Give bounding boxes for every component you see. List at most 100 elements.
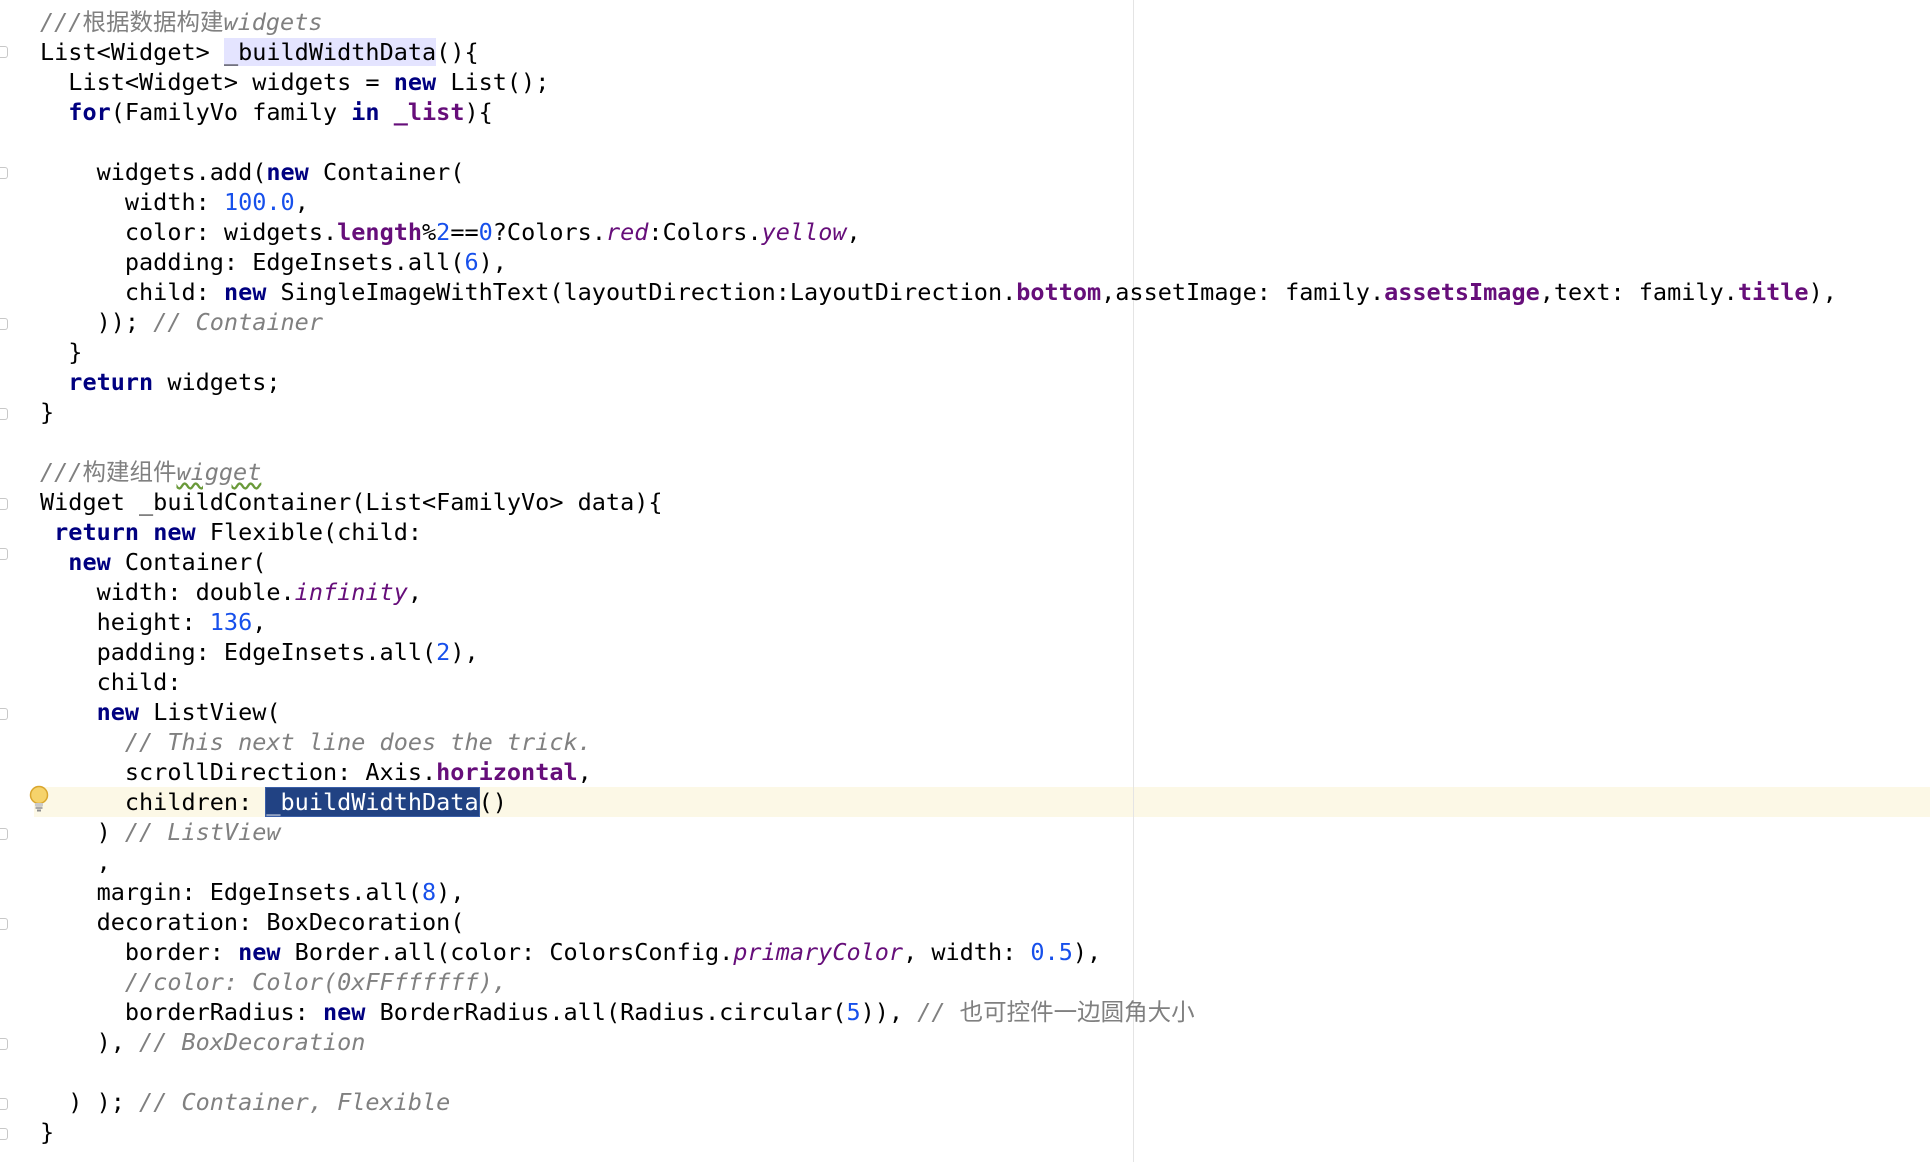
code-token: 2	[436, 218, 451, 246]
code-token: width:	[40, 188, 224, 216]
editor-gutter[interactable]	[0, 0, 34, 1162]
code-line[interactable]: ,	[40, 847, 1837, 877]
code-token: 6	[464, 248, 479, 276]
code-line[interactable]: width: double.infinity,	[40, 577, 1837, 607]
code-token: ()	[478, 788, 507, 816]
code-line[interactable]: List<Widget> _buildWidthData(){	[40, 37, 1837, 67]
code-token: new	[153, 518, 196, 546]
code-line[interactable]: new ListView(	[40, 697, 1837, 727]
fold-marker-icon[interactable]	[0, 918, 8, 930]
code-line[interactable]: return widgets;	[40, 367, 1837, 397]
code-token: scrollDirection: Axis.	[40, 758, 437, 786]
code-line[interactable]: ///根据数据构建widgets	[40, 7, 1837, 37]
code-line[interactable]: ) // ListView	[40, 817, 1837, 847]
code-token: ),	[40, 1028, 140, 1056]
code-token: bottom	[1016, 278, 1102, 306]
code-token: )	[40, 818, 125, 846]
code-token: horizontal	[436, 758, 578, 786]
fold-marker-icon[interactable]	[0, 408, 8, 420]
code-token: new	[96, 698, 140, 726]
code-token: border:	[40, 938, 239, 966]
code-line[interactable]: )); // Container	[40, 307, 1837, 337]
fold-marker-icon[interactable]	[0, 1098, 8, 1110]
code-token: List();	[436, 68, 550, 96]
code-token: 136	[209, 608, 253, 636]
code-token: BorderRadius.all(Radius.circular(	[365, 998, 847, 1026]
code-token: :Colors.	[648, 218, 762, 246]
code-token: return	[54, 518, 140, 546]
code-line[interactable]: // This next line does the trick.	[40, 727, 1837, 757]
code-line[interactable]: height: 136,	[40, 607, 1837, 637]
code-token: //color: Color(0xFFffffff),	[40, 968, 507, 996]
fold-marker-icon[interactable]	[0, 167, 8, 179]
code-content[interactable]: ///根据数据构建widgets List<Widget> _buildWidth…	[40, 7, 1837, 1147]
code-line[interactable]: border: new Border.all(color: ColorsConf…	[40, 937, 1837, 967]
fold-marker-icon[interactable]	[0, 498, 8, 510]
code-token: 8	[422, 878, 437, 906]
code-token: ));	[40, 308, 154, 336]
code-line[interactable]: ///构建组件wigget	[40, 457, 1837, 487]
fold-marker-icon[interactable]	[0, 46, 8, 58]
code-token: ),	[1072, 938, 1102, 966]
code-line[interactable]: List<Widget> widgets = new List();	[40, 67, 1837, 97]
code-line[interactable]: child:	[40, 667, 1837, 697]
code-line[interactable]: Widget _buildContainer(List<FamilyVo> da…	[40, 487, 1837, 517]
code-token: ,	[846, 218, 861, 246]
code-token: primaryColor	[733, 938, 904, 966]
code-line[interactable]	[40, 427, 1837, 457]
code-token: List<Widget>	[40, 38, 224, 66]
code-line[interactable]: width: 100.0,	[40, 187, 1837, 217]
fold-marker-icon[interactable]	[0, 1038, 8, 1050]
code-line[interactable]: }	[40, 337, 1837, 367]
code-line[interactable]: padding: EdgeInsets.all(6),	[40, 247, 1837, 277]
code-line[interactable]: color: widgets.length%2==0?Colors.red:Co…	[40, 217, 1837, 247]
code-line[interactable]: borderRadius: new BorderRadius.all(Radiu…	[40, 997, 1837, 1027]
code-line[interactable]: margin: EdgeInsets.all(8),	[40, 877, 1837, 907]
code-line[interactable]: }	[40, 397, 1837, 427]
code-token: ///构建组件	[40, 458, 177, 486]
code-token: 0.5	[1030, 938, 1073, 966]
code-token: ,	[577, 758, 592, 786]
code-token: _list	[393, 98, 465, 126]
code-token: ),	[1808, 278, 1837, 306]
fold-marker-icon[interactable]	[0, 548, 8, 560]
code-line[interactable]: new Container(	[40, 547, 1837, 577]
code-line[interactable]	[40, 127, 1837, 157]
fold-marker-icon[interactable]	[0, 318, 8, 330]
fold-marker-icon[interactable]	[0, 708, 8, 720]
code-token: new	[223, 278, 267, 306]
code-token: new	[393, 68, 437, 96]
code-line[interactable]: }	[40, 1117, 1837, 1147]
code-token: padding: EdgeInsets.all(	[40, 248, 465, 276]
code-token: title	[1737, 278, 1809, 306]
code-line[interactable]: ), // BoxDecoration	[40, 1027, 1837, 1057]
code-line[interactable]	[40, 1057, 1837, 1087]
code-token: Flexible(child:	[195, 518, 423, 546]
fold-marker-icon[interactable]	[0, 828, 8, 840]
code-token: // ListView	[124, 818, 281, 846]
code-token: (FamilyVo family	[110, 98, 352, 126]
code-token: }	[40, 398, 55, 426]
code-editor[interactable]: ///根据数据构建widgets List<Widget> _buildWidth…	[0, 0, 1930, 1162]
code-token: ListView(	[139, 698, 281, 726]
code-token: wigget	[176, 458, 262, 486]
code-token: color: widgets.	[40, 218, 338, 246]
fold-marker-icon[interactable]	[0, 1128, 8, 1140]
code-line[interactable]: widgets.add(new Container(	[40, 157, 1837, 187]
code-token: height:	[40, 608, 210, 636]
code-line[interactable]: child: new SingleImageWithText(layoutDir…	[40, 277, 1837, 307]
code-line[interactable]: children: _buildWidthData()	[40, 787, 1837, 817]
code-line[interactable]: scrollDirection: Axis.horizontal,	[40, 757, 1837, 787]
code-line[interactable]: ) ); // Container, Flexible	[40, 1087, 1837, 1117]
code-token: Container(	[110, 548, 267, 576]
code-line[interactable]: for(FamilyVo family in _list){	[40, 97, 1837, 127]
code-line[interactable]: padding: EdgeInsets.all(2),	[40, 637, 1837, 667]
code-token: Widget _buildContainer(List<FamilyVo> da…	[40, 488, 663, 516]
code-token: // Container	[153, 308, 323, 336]
code-line[interactable]: //color: Color(0xFFffffff),	[40, 967, 1837, 997]
code-token: }	[40, 1118, 55, 1146]
code-line[interactable]: return new Flexible(child:	[40, 517, 1837, 547]
code-line[interactable]: decoration: BoxDecoration(	[40, 907, 1837, 937]
